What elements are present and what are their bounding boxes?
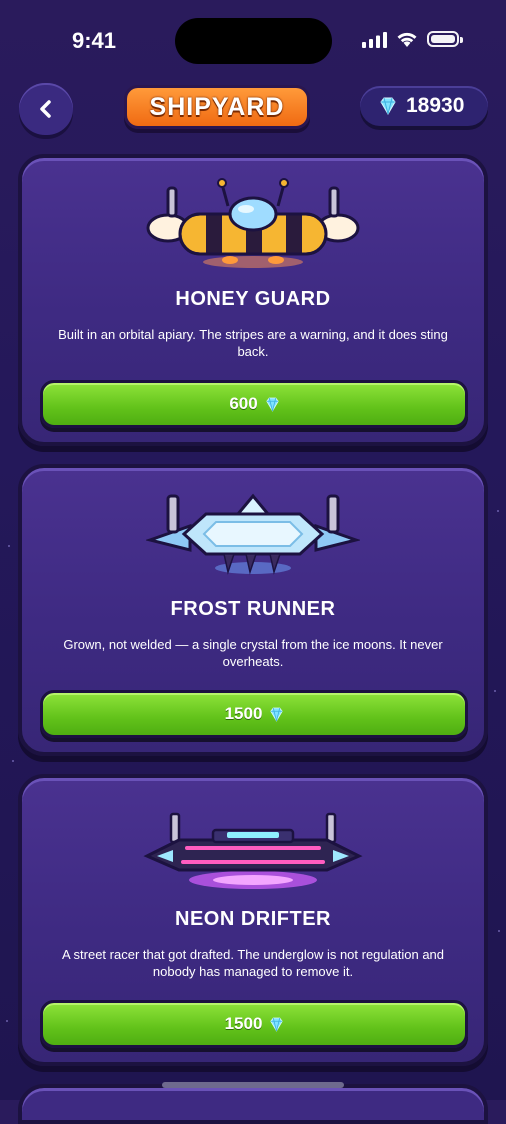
status-time: 9:41 bbox=[72, 28, 117, 53]
gem-icon bbox=[266, 397, 279, 412]
ship-card: FROST RUNNER Grown, not welded — a singl… bbox=[18, 464, 488, 756]
ship-card: HONEY GUARD Built in an orbital apiary. … bbox=[18, 154, 488, 446]
status-bar: 9:41 bbox=[0, 0, 506, 80]
ship-name: FROST RUNNER bbox=[170, 598, 336, 620]
gem-balance[interactable]: 18930 bbox=[360, 86, 488, 126]
gem-count: 18930 bbox=[406, 94, 465, 117]
price-label: 1500 bbox=[224, 1014, 263, 1033]
gem-icon bbox=[270, 1017, 284, 1032]
buy-button[interactable]: 1500 bbox=[40, 690, 468, 738]
ship-card-next bbox=[18, 1084, 488, 1124]
frost-runner-ship-icon bbox=[146, 493, 360, 575]
ship-description: A street racer that got drafted. The und… bbox=[61, 947, 445, 979]
gem-icon bbox=[270, 707, 284, 722]
honey-guard-ship-icon bbox=[146, 178, 360, 268]
ship-name: HONEY GUARD bbox=[175, 288, 331, 310]
buy-button[interactable]: 1500 bbox=[40, 1000, 468, 1048]
page-title: SHIPYARD bbox=[149, 92, 285, 121]
price-label: 1500 bbox=[224, 704, 263, 723]
price-label: 600 bbox=[229, 394, 258, 413]
battery-icon bbox=[427, 31, 463, 47]
ship-description: Grown, not welded — a single crystal fro… bbox=[63, 637, 443, 669]
gem-icon bbox=[380, 97, 396, 115]
wifi-icon bbox=[397, 32, 417, 47]
back-button[interactable] bbox=[19, 83, 73, 135]
neon-drifter-ship-icon bbox=[143, 812, 363, 889]
ship-image bbox=[22, 176, 484, 272]
page-title-banner: SHIPYARD bbox=[124, 85, 310, 129]
ship-name: NEON DRIFTER bbox=[175, 908, 331, 930]
ship-image bbox=[22, 492, 484, 580]
home-indicator[interactable] bbox=[162, 1082, 344, 1088]
dynamic-island bbox=[175, 18, 332, 64]
back-chevron-icon bbox=[40, 100, 51, 118]
ship-card: NEON DRIFTER A street racer that got dra… bbox=[18, 774, 488, 1066]
signal-icon bbox=[362, 32, 387, 48]
ship-description: Built in an orbital apiary. The stripes … bbox=[58, 327, 448, 359]
ship-image bbox=[22, 810, 484, 894]
buy-button[interactable]: 600 bbox=[40, 380, 468, 428]
